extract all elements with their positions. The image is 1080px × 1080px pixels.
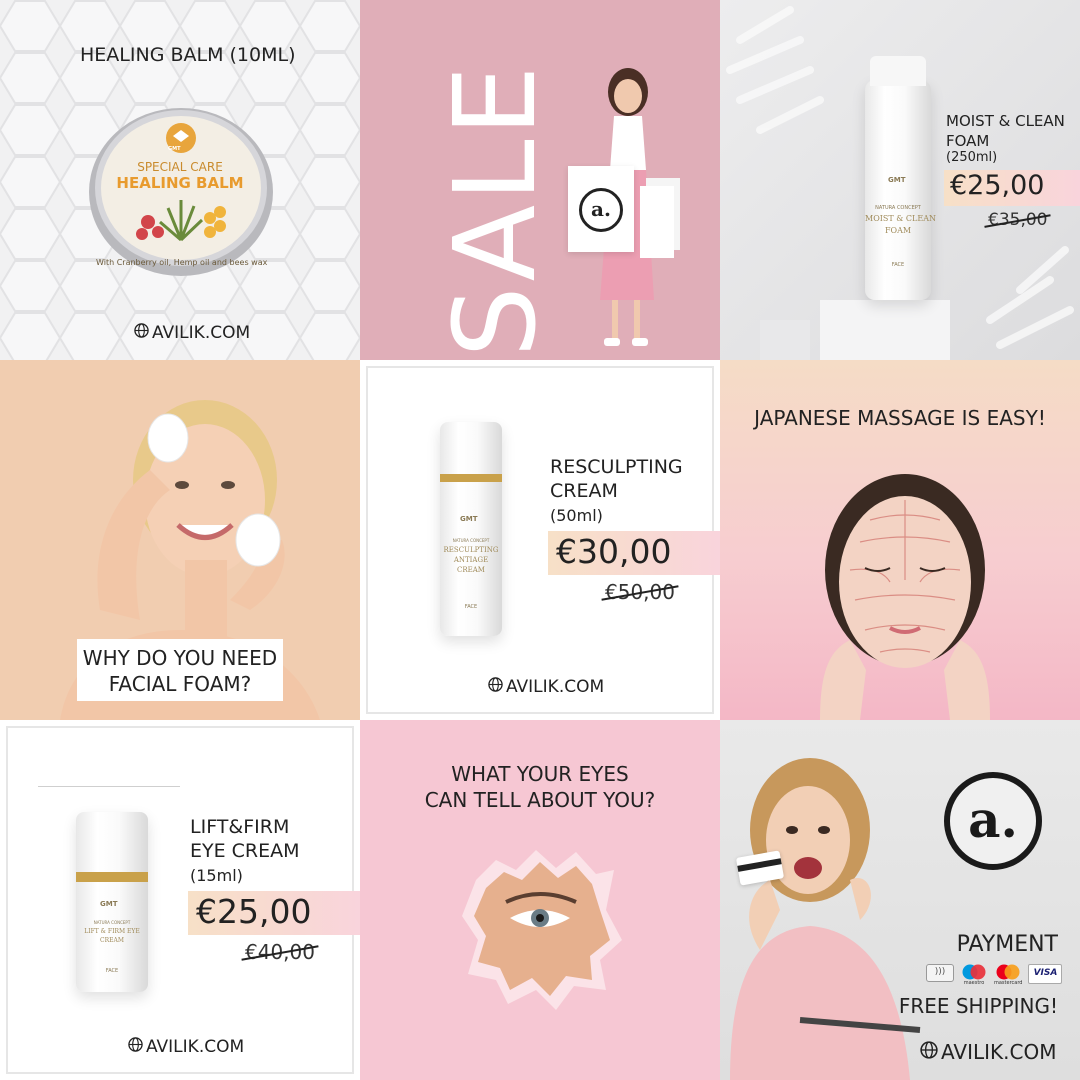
bottle-line-4: FACE [105, 968, 119, 974]
gold-band [76, 872, 148, 882]
website-link[interactable]: AVILIK.COM [488, 677, 604, 697]
website-link[interactable]: AVILIK.COM [128, 1037, 244, 1057]
bottle-brand: GMT [460, 515, 478, 523]
torn-paper-eye-illustration [462, 850, 622, 1010]
headline: JAPANESE MASSAGE IS EASY! [754, 406, 1046, 430]
foam-bottle-pump [870, 56, 926, 86]
tile-lift-firm-eye-cream[interactable]: GMT NATURA CONCEPT LIFT & FIRM EYE CREAM… [0, 720, 360, 1080]
payment-methods: ))) maestro mastercard VISA [926, 964, 1063, 986]
bottle-line-4: CREAM [457, 566, 485, 574]
question-line-2: FACIAL FOAM? [108, 672, 252, 696]
globe-icon [920, 1040, 938, 1064]
mastercard-card: mastercard [994, 964, 1022, 986]
mastercard-icon [996, 964, 1020, 980]
bottle-brand: GMT [888, 176, 906, 184]
bottle-line-1: NATURA CONCEPT [452, 538, 490, 543]
bottle-line-2: MOIST & CLEAN [865, 214, 936, 223]
product-name-line-1: RESCULPTING [550, 456, 683, 478]
website-text: AVILIK.COM [506, 677, 605, 697]
website-link[interactable]: AVILIK.COM [134, 323, 250, 343]
bottle-line-5: FACE [464, 604, 478, 610]
bottle-line-2: LIFT & FIRM EYE [84, 928, 140, 935]
question-line-1: WHAT YOUR EYES [451, 762, 629, 786]
globe-icon [488, 677, 503, 697]
tile-japanese-massage[interactable]: JAPANESE MASSAGE IS EASY! [720, 360, 1080, 720]
gold-band [440, 474, 502, 482]
product-name-line-2: CREAM [550, 480, 618, 502]
instagram-grid: HEALING BALM (10ML) GMT SPECIAL CARE HEA… [0, 0, 1080, 1080]
tile-payment[interactable]: a. PAYMENT ))) maestro mastercard VISA F… [720, 720, 1080, 1080]
website-link[interactable]: AVILIK.COM [920, 1040, 1056, 1064]
bottle-line-3: FOAM [884, 226, 912, 235]
tin-line-1: SPECIAL CARE [137, 160, 223, 174]
globe-icon [134, 323, 149, 343]
bottle-line-3: CREAM [100, 937, 124, 944]
maestro-label: maestro [963, 980, 985, 986]
excited-woman-illustration [730, 758, 921, 1080]
old-price: €50,00 [601, 580, 679, 604]
bottle-line-2: RESCULPTING [443, 546, 499, 554]
website-text: AVILIK.COM [152, 323, 251, 343]
shipping-text: FREE SHIPPING! [898, 994, 1058, 1018]
question-line-2: CAN TELL ABOUT YOU? [424, 788, 656, 812]
product-name-line-2: EYE CREAM [190, 840, 300, 862]
mastercard-label: mastercard [994, 980, 1023, 986]
globe-icon [128, 1037, 143, 1057]
contactless-icon: ))) [926, 964, 954, 982]
bottle-line-3: ANTIAGE [453, 556, 489, 564]
tile-what-your-eyes[interactable]: WHAT YOUR EYES CAN TELL ABOUT YOU? [360, 720, 720, 1080]
question-line-1: WHY DO YOU NEED [82, 646, 278, 670]
bottle-brand: GMT [100, 900, 118, 908]
tile-why-facial-foam[interactable]: WHY DO YOU NEED FACIAL FOAM? [0, 360, 360, 720]
product-name-line-2: FOAM [946, 132, 990, 150]
website-text: AVILIK.COM [146, 1037, 245, 1057]
tin-brand: GMT [168, 146, 181, 152]
old-price: €35,00 [984, 210, 1052, 230]
price: €25,00 [950, 170, 1045, 201]
brand-logo: a. [944, 772, 1042, 870]
product-volume: (15ml) [190, 866, 243, 885]
maestro-icon [962, 964, 986, 980]
face-massage-illustration [820, 474, 990, 720]
tile-moist-clean-foam[interactable]: GMT NATURA CONCEPT MOIST & CLEAN FOAM FA… [720, 0, 1080, 360]
maestro-card: maestro [960, 964, 988, 986]
product-volume: (250ml) [946, 150, 998, 165]
sale-heading: SALE [431, 62, 561, 358]
tile-sale[interactable]: SALE a. [360, 0, 720, 360]
price: €30,00 [556, 532, 672, 571]
tile-title: HEALING BALM (10ML) [80, 44, 296, 66]
tin-line-2: HEALING BALM [116, 174, 244, 192]
product-name-line-1: MOIST & CLEAN [946, 112, 1065, 130]
bottle-line-1: NATURA CONCEPT [93, 920, 131, 925]
tile-resculpting-cream[interactable]: GMT NATURA CONCEPT RESCULPTING ANTIAGE C… [360, 360, 720, 720]
tin-line-3: With Cranberry oil, Hemp oil and bees wa… [96, 258, 268, 267]
credit-card-stripe [737, 858, 782, 872]
product-name-line-1: LIFT&FIRM [190, 816, 290, 838]
payment-label: PAYMENT [956, 932, 1058, 957]
visa-icon: VISA [1028, 964, 1063, 984]
bag-logo: a. [579, 188, 623, 232]
bottle-line-1: NATURA CONCEPT [875, 205, 921, 211]
product-volume: (50ml) [550, 506, 603, 525]
website-text: AVILIK.COM [941, 1040, 1057, 1064]
tile-healing-balm[interactable]: HEALING BALM (10ML) GMT SPECIAL CARE HEA… [0, 0, 360, 360]
old-price: €40,00 [241, 940, 319, 964]
price: €25,00 [196, 892, 312, 931]
bottle-line-4: FACE [891, 262, 905, 268]
divider [38, 786, 180, 787]
